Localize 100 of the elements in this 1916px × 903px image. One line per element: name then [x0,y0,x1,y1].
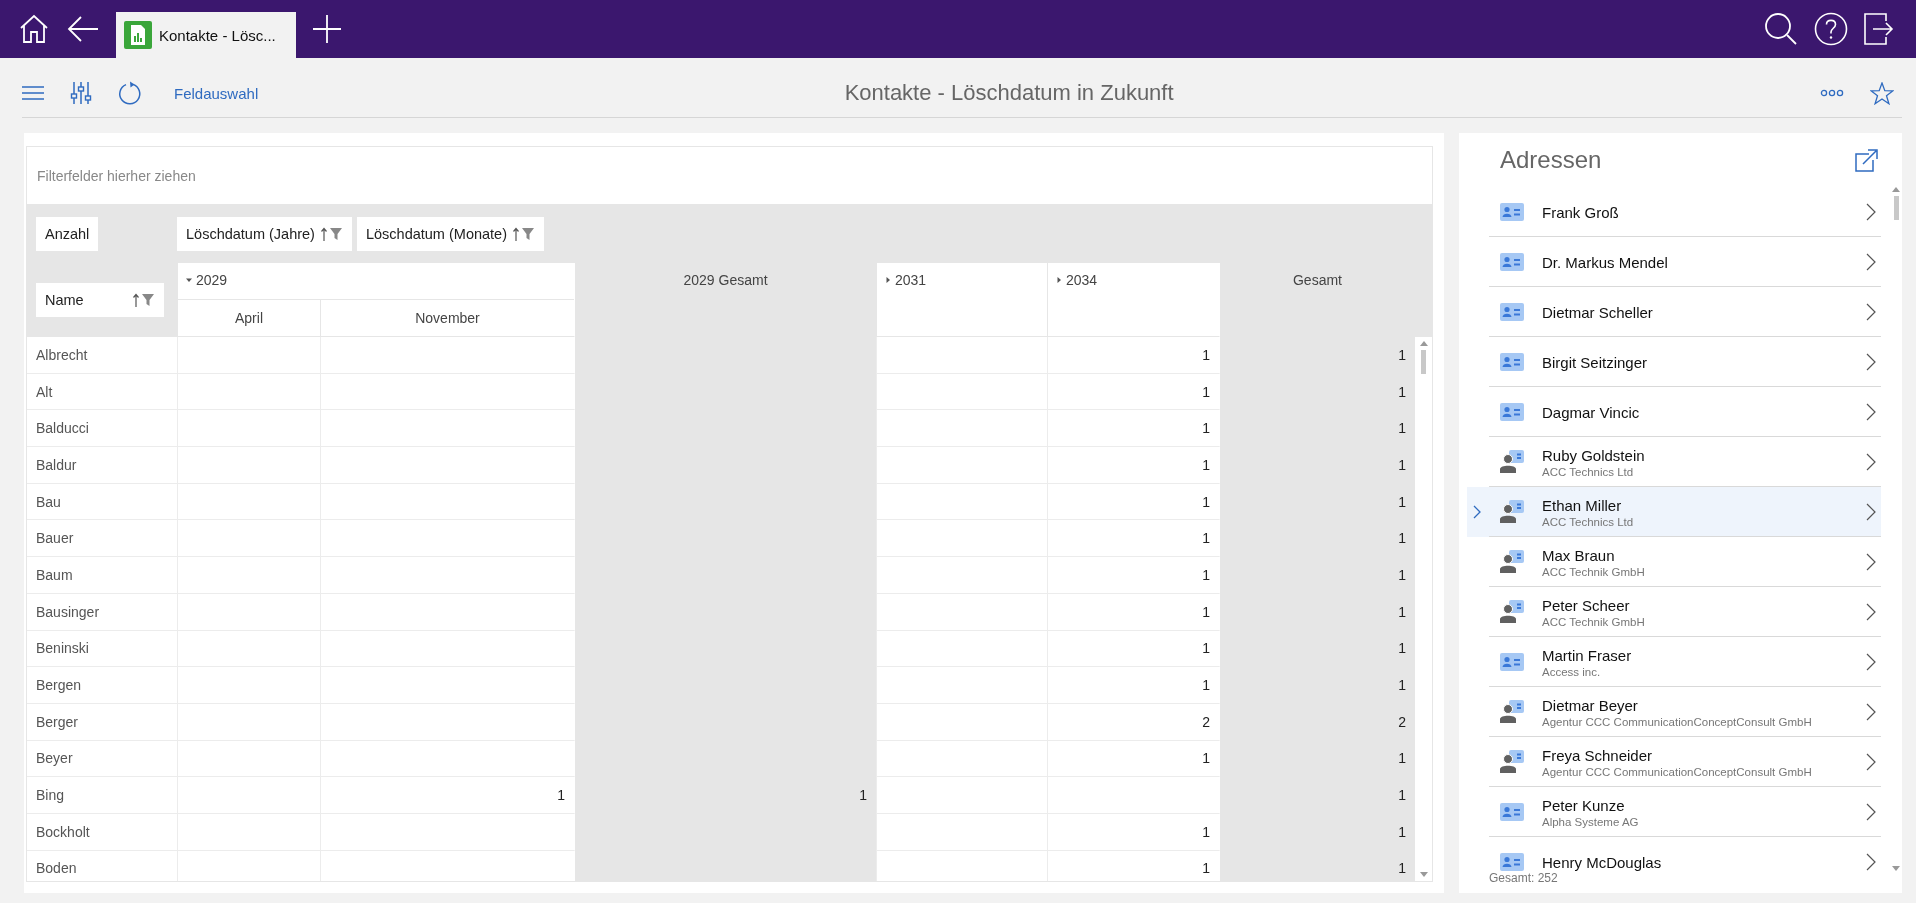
contact-name: Frank Groß [1542,203,1620,221]
contact-card-icon [1500,302,1524,323]
column-header: April [177,300,320,337]
address-item[interactable]: Max Braun ACC Technik GmbH [1467,537,1881,588]
total-count: Gesamt: 252 [1488,871,1559,885]
company-name: Agentur CCC CommunicationConceptConsult GmbH [1542,765,1813,778]
chevron-right-icon[interactable] [1866,803,1876,822]
filter-drop-field[interactable]: Filterfelder hierher ziehen [27,147,1432,204]
column-field-button[interactable]: Löschdatum (Jahre) [177,216,352,251]
row-header: Beninski [27,630,177,668]
address-item[interactable]: Martin Fraser Access inc. [1467,637,1881,688]
scrollbar[interactable] [1890,187,1902,871]
table-cell: 1 [1219,777,1415,814]
address-item[interactable]: Freya Schneider Agentur CCC CommunicationConceptConsult GmbH [1467,737,1881,788]
home-icon[interactable] [18,13,50,45]
refresh-icon[interactable] [118,81,142,105]
person-card-icon [1500,550,1524,575]
scroll-up-icon[interactable] [1892,187,1900,193]
table-cell: 1 [1219,373,1415,411]
menu-icon[interactable] [22,86,44,100]
scroll-up-icon[interactable] [1419,341,1428,346]
table-cell: 1 [1219,850,1415,881]
scroll-thumb[interactable] [1421,350,1426,374]
search-icon[interactable] [1764,12,1798,46]
address-item[interactable]: Dagmar Vincic [1467,387,1881,438]
column-header[interactable]: 2034 [1047,263,1219,337]
person-card-icon [1500,500,1524,525]
address-item[interactable]: Peter Kunze Alpha Systeme AG [1467,787,1881,838]
address-item[interactable]: Ruby Goldstein ACC Technics Ltd [1467,437,1881,488]
chevron-right-icon[interactable] [1866,453,1876,472]
data-field-button[interactable]: Anzahl [36,216,99,251]
contact-name: Dietmar Beyer [1542,696,1639,714]
row-header: Balducci [27,410,177,448]
row-header: Bau [27,483,177,521]
chevron-right-icon[interactable] [1866,303,1876,322]
more-icon[interactable] [1820,89,1844,97]
scroll-down-icon[interactable] [1419,872,1428,877]
chevron-right-icon[interactable] [1866,253,1876,272]
column-header[interactable]: 2029 [177,263,574,300]
contact-name: Dagmar Vincic [1542,403,1641,421]
chevron-right-icon[interactable] [1866,553,1876,572]
logout-icon[interactable] [1864,13,1894,45]
contact-card-icon [1500,352,1524,373]
field-label: Löschdatum (Monate) [365,225,507,242]
chevron-right-icon[interactable] [1866,603,1876,622]
sort-filter-icon[interactable] [320,226,343,241]
expand-icon[interactable] [885,277,891,283]
table-cell: 1 [1219,483,1415,521]
table-cell: 1 [1219,740,1415,778]
table-cell: 1 [1219,667,1415,704]
row-header: Baum [27,557,177,594]
table-cell: 1 [1219,410,1415,448]
chevron-right-icon[interactable] [1866,403,1876,422]
field-selection-link[interactable]: Feldauswahl [174,84,259,102]
sort-filter-icon[interactable] [513,226,535,241]
column-field-button[interactable]: Löschdatum (Monate) [356,216,544,251]
field-label: Löschdatum (Jahre) [186,225,315,242]
row-header: Albrecht [27,337,177,374]
chevron-right-icon[interactable] [1866,203,1876,222]
contact-card-icon [1500,402,1524,423]
contact-card-icon [1500,852,1524,871]
person-card-icon [1500,450,1524,475]
table-cell: 1 [1219,337,1415,374]
sliders-icon[interactable] [70,82,92,104]
scroll-thumb[interactable] [1893,196,1899,221]
contact-card-icon [1500,252,1524,273]
chevron-right-icon[interactable] [1866,353,1876,372]
row-header: Berger [27,703,177,741]
row-header: Bockholt [27,813,177,851]
chevron-right-icon[interactable] [1866,653,1876,672]
chevron-right-icon[interactable] [1866,703,1876,722]
address-item[interactable]: Dietmar Scheller [1467,287,1881,338]
panel-title: Adressen [1500,146,1602,175]
company-name: ACC Technik GmbH [1542,565,1646,578]
chevron-right-icon[interactable] [1866,503,1876,522]
open-external-icon[interactable] [1855,148,1879,173]
scroll-down-icon[interactable] [1892,866,1900,871]
contact-name: Freya Schneider [1542,746,1654,764]
contact-card-icon [1500,802,1524,823]
collapse-icon[interactable] [186,277,192,283]
expand-icon[interactable] [1056,277,1062,283]
contact-name: Peter Kunze [1542,796,1626,814]
address-item[interactable]: Frank Groß [1467,187,1881,238]
address-item[interactable]: Peter Scheer ACC Technik GmbH [1467,587,1881,638]
plus-icon[interactable] [312,14,342,44]
company-name: ACC Technics Ltd [1542,515,1635,528]
address-item[interactable]: Dietmar Beyer Agentur CCC CommunicationConceptConsult GmbH [1467,687,1881,738]
chevron-right-icon[interactable] [1866,853,1876,871]
row-header: Boden [27,850,177,881]
address-item[interactable]: Birgit Seitzinger [1467,337,1881,388]
row-field-button[interactable]: Name [36,283,164,317]
contact-name: Birgit Seitzinger [1542,353,1649,371]
star-icon[interactable] [1870,81,1894,105]
help-icon[interactable] [1814,12,1848,46]
address-item[interactable]: Ethan Miller ACC Technics Ltd [1467,487,1881,538]
sort-filter-icon[interactable] [133,293,155,307]
chevron-right-icon[interactable] [1866,753,1876,772]
column-header[interactable]: 2031 [876,263,1047,337]
tab[interactable]: Kontakte - Lösc... [116,12,296,58]
address-item[interactable]: Dr. Markus Mendel [1467,237,1881,288]
